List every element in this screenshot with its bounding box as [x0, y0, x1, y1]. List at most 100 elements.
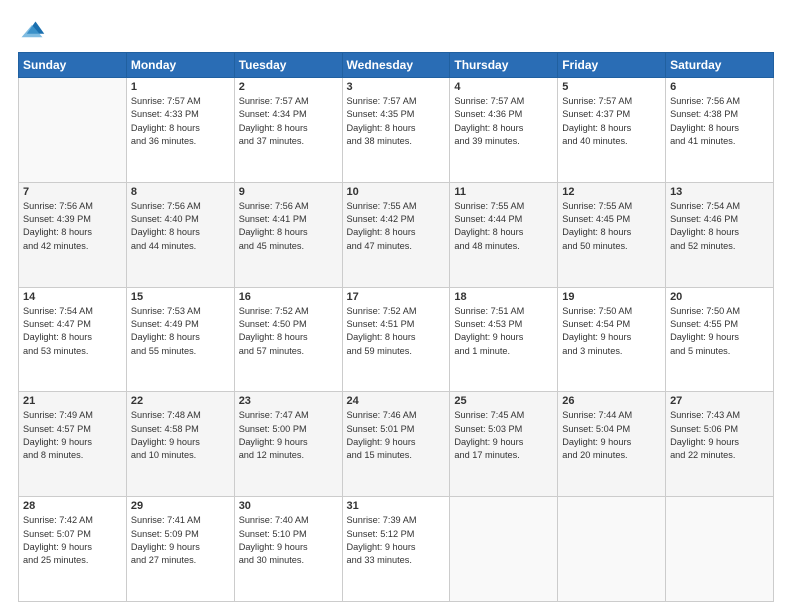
- calendar-cell: [666, 497, 774, 602]
- day-number: 11: [454, 186, 553, 198]
- calendar-cell: 18 Sunrise: 7:51 AMSunset: 4:53 PMDayligh…: [450, 287, 558, 392]
- calendar-day-header: Sunday: [19, 53, 127, 78]
- calendar-cell: 2 Sunrise: 7:57 AMSunset: 4:34 PMDaylight…: [234, 78, 342, 183]
- day-number: 12: [562, 186, 661, 198]
- calendar-day-header: Thursday: [450, 53, 558, 78]
- calendar-cell: 27Sunrise: 7:43 AMSunset: 5:06 PMDayligh…: [666, 392, 774, 497]
- calendar-cell: 23 Sunrise: 7:47 AMSunset: 5:00 PMDayligh…: [234, 392, 342, 497]
- calendar-day-header: Wednesday: [342, 53, 450, 78]
- calendar-table: SundayMondayTuesdayWednesdayThursdayFrid…: [18, 52, 774, 602]
- calendar-week-row: 14Sunrise: 7:54 AMSunset: 4:47 PMDayligh…: [19, 287, 774, 392]
- day-info: Sunrise: 7:47 AMSunset: 5:00 PMDaylight:…: [239, 409, 338, 462]
- day-number: 3: [347, 81, 446, 93]
- day-info: Sunrise: 7:56 AMSunset: 4:40 PMDaylight:…: [131, 200, 230, 253]
- calendar-cell: 14Sunrise: 7:54 AMSunset: 4:47 PMDayligh…: [19, 287, 127, 392]
- day-number: 28: [23, 500, 122, 512]
- day-info: Sunrise: 7:50 AMSunset: 4:55 PMDaylight:…: [670, 305, 769, 358]
- calendar-cell: 31 Sunrise: 7:39 AMSunset: 5:12 PMDayligh…: [342, 497, 450, 602]
- day-number: 17: [347, 291, 446, 303]
- calendar-cell: 29 Sunrise: 7:41 AMSunset: 5:09 PMDayligh…: [126, 497, 234, 602]
- day-number: 18: [454, 291, 553, 303]
- day-number: 16: [239, 291, 338, 303]
- day-info: Sunrise: 7:42 AMSunset: 5:07 PMDaylight:…: [23, 514, 122, 567]
- day-number: 24: [347, 395, 446, 407]
- calendar-cell: 10 Sunrise: 7:55 AMSunset: 4:42 PMDayligh…: [342, 182, 450, 287]
- calendar-cell: 19 Sunrise: 7:50 AMSunset: 4:54 PMDayligh…: [558, 287, 666, 392]
- calendar-day-header: Tuesday: [234, 53, 342, 78]
- day-number: 25: [454, 395, 553, 407]
- page: SundayMondayTuesdayWednesdayThursdayFrid…: [0, 0, 792, 612]
- calendar-week-row: 1 Sunrise: 7:57 AMSunset: 4:33 PMDaylight…: [19, 78, 774, 183]
- calendar-cell: [558, 497, 666, 602]
- calendar-week-row: 21 Sunrise: 7:49 AMSunset: 4:57 PMDayligh…: [19, 392, 774, 497]
- day-number: 14: [23, 291, 122, 303]
- calendar-cell: 26 Sunrise: 7:44 AMSunset: 5:04 PMDayligh…: [558, 392, 666, 497]
- calendar-cell: 3Sunrise: 7:57 AMSunset: 4:35 PMDaylight…: [342, 78, 450, 183]
- calendar-cell: 5 Sunrise: 7:57 AMSunset: 4:37 PMDaylight…: [558, 78, 666, 183]
- calendar-day-header: Saturday: [666, 53, 774, 78]
- day-number: 5: [562, 81, 661, 93]
- calendar-cell: 13 Sunrise: 7:54 AMSunset: 4:46 PMDayligh…: [666, 182, 774, 287]
- calendar-cell: 7Sunrise: 7:56 AMSunset: 4:39 PMDaylight…: [19, 182, 127, 287]
- day-info: Sunrise: 7:40 AMSunset: 5:10 PMDaylight:…: [239, 514, 338, 567]
- day-info: Sunrise: 7:56 AMSunset: 4:41 PMDaylight:…: [239, 200, 338, 253]
- day-info: Sunrise: 7:57 AMSunset: 4:37 PMDaylight:…: [562, 95, 661, 148]
- calendar-cell: 20 Sunrise: 7:50 AMSunset: 4:55 PMDayligh…: [666, 287, 774, 392]
- calendar-cell: [19, 78, 127, 183]
- calendar-day-header: Monday: [126, 53, 234, 78]
- day-number: 10: [347, 186, 446, 198]
- day-number: 1: [131, 81, 230, 93]
- day-number: 19: [562, 291, 661, 303]
- calendar-cell: 9 Sunrise: 7:56 AMSunset: 4:41 PMDaylight…: [234, 182, 342, 287]
- day-number: 29: [131, 500, 230, 512]
- day-number: 21: [23, 395, 122, 407]
- day-number: 7: [23, 186, 122, 198]
- day-info: Sunrise: 7:45 AMSunset: 5:03 PMDaylight:…: [454, 409, 553, 462]
- day-info: Sunrise: 7:46 AMSunset: 5:01 PMDaylight:…: [347, 409, 446, 462]
- day-number: 22: [131, 395, 230, 407]
- day-info: Sunrise: 7:52 AMSunset: 4:50 PMDaylight:…: [239, 305, 338, 358]
- day-number: 4: [454, 81, 553, 93]
- calendar-cell: 11 Sunrise: 7:55 AMSunset: 4:44 PMDayligh…: [450, 182, 558, 287]
- logo-icon: [18, 18, 46, 46]
- calendar-cell: 24 Sunrise: 7:46 AMSunset: 5:01 PMDayligh…: [342, 392, 450, 497]
- calendar-cell: 1 Sunrise: 7:57 AMSunset: 4:33 PMDaylight…: [126, 78, 234, 183]
- day-number: 31: [347, 500, 446, 512]
- day-info: Sunrise: 7:57 AMSunset: 4:36 PMDaylight:…: [454, 95, 553, 148]
- day-info: Sunrise: 7:54 AMSunset: 4:46 PMDaylight:…: [670, 200, 769, 253]
- day-info: Sunrise: 7:44 AMSunset: 5:04 PMDaylight:…: [562, 409, 661, 462]
- calendar-header-row: SundayMondayTuesdayWednesdayThursdayFrid…: [19, 53, 774, 78]
- day-number: 26: [562, 395, 661, 407]
- calendar-cell: 8 Sunrise: 7:56 AMSunset: 4:40 PMDaylight…: [126, 182, 234, 287]
- day-info: Sunrise: 7:57 AMSunset: 4:33 PMDaylight:…: [131, 95, 230, 148]
- calendar-cell: 30 Sunrise: 7:40 AMSunset: 5:10 PMDayligh…: [234, 497, 342, 602]
- calendar-cell: 21 Sunrise: 7:49 AMSunset: 4:57 PMDayligh…: [19, 392, 127, 497]
- day-number: 20: [670, 291, 769, 303]
- calendar-cell: 4 Sunrise: 7:57 AMSunset: 4:36 PMDaylight…: [450, 78, 558, 183]
- calendar-cell: 12 Sunrise: 7:55 AMSunset: 4:45 PMDayligh…: [558, 182, 666, 287]
- day-info: Sunrise: 7:50 AMSunset: 4:54 PMDaylight:…: [562, 305, 661, 358]
- day-info: Sunrise: 7:55 AMSunset: 4:42 PMDaylight:…: [347, 200, 446, 253]
- calendar-cell: 28 Sunrise: 7:42 AMSunset: 5:07 PMDayligh…: [19, 497, 127, 602]
- day-info: Sunrise: 7:51 AMSunset: 4:53 PMDaylight:…: [454, 305, 553, 358]
- day-info: Sunrise: 7:49 AMSunset: 4:57 PMDaylight:…: [23, 409, 122, 462]
- day-info: Sunrise: 7:57 AMSunset: 4:34 PMDaylight:…: [239, 95, 338, 148]
- day-number: 23: [239, 395, 338, 407]
- logo: [18, 18, 50, 46]
- day-number: 30: [239, 500, 338, 512]
- day-number: 8: [131, 186, 230, 198]
- calendar-cell: 22Sunrise: 7:48 AMSunset: 4:58 PMDayligh…: [126, 392, 234, 497]
- calendar-cell: 17 Sunrise: 7:52 AMSunset: 4:51 PMDayligh…: [342, 287, 450, 392]
- day-number: 13: [670, 186, 769, 198]
- calendar-day-header: Friday: [558, 53, 666, 78]
- day-info: Sunrise: 7:39 AMSunset: 5:12 PMDaylight:…: [347, 514, 446, 567]
- day-info: Sunrise: 7:55 AMSunset: 4:45 PMDaylight:…: [562, 200, 661, 253]
- day-info: Sunrise: 7:52 AMSunset: 4:51 PMDaylight:…: [347, 305, 446, 358]
- day-info: Sunrise: 7:53 AMSunset: 4:49 PMDaylight:…: [131, 305, 230, 358]
- day-number: 2: [239, 81, 338, 93]
- day-number: 9: [239, 186, 338, 198]
- calendar-cell: 25 Sunrise: 7:45 AMSunset: 5:03 PMDayligh…: [450, 392, 558, 497]
- calendar-week-row: 28 Sunrise: 7:42 AMSunset: 5:07 PMDayligh…: [19, 497, 774, 602]
- day-info: Sunrise: 7:41 AMSunset: 5:09 PMDaylight:…: [131, 514, 230, 567]
- day-info: Sunrise: 7:55 AMSunset: 4:44 PMDaylight:…: [454, 200, 553, 253]
